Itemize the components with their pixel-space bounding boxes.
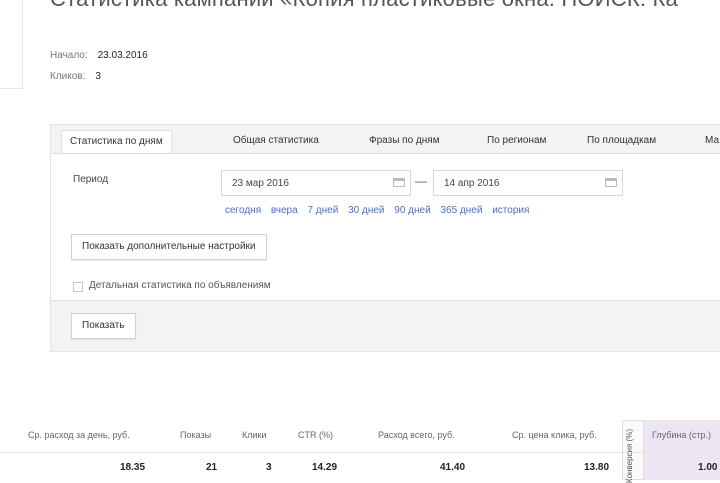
- calendar-icon[interactable]: [393, 178, 405, 187]
- tab-more[interactable]: Ма: [697, 130, 720, 152]
- campaign-clicks: Кликов: 3: [50, 71, 101, 82]
- th-ctr[interactable]: CTR (%): [298, 430, 333, 440]
- detail-stats-checkbox[interactable]: [73, 282, 83, 292]
- link-30-days[interactable]: 30 дней: [348, 205, 384, 216]
- start-value: 23.03.2016: [97, 50, 148, 61]
- link-today[interactable]: сегодня: [225, 205, 261, 216]
- th-clicks[interactable]: Клики: [242, 430, 267, 440]
- start-label: Начало:: [50, 50, 88, 61]
- show-button[interactable]: Показать: [71, 313, 136, 339]
- td-avg-cpc: 13.80: [584, 462, 610, 473]
- th-impressions[interactable]: Показы: [180, 430, 211, 440]
- table-row: 18.35 21 3 14.29 41.40 13.80 1.00: [0, 462, 720, 478]
- left-sidebar-edge: [0, 0, 23, 89]
- clicks-value: 3: [95, 71, 101, 82]
- tab-by-regions[interactable]: По регионам: [479, 130, 554, 152]
- date-from-input[interactable]: [221, 170, 411, 196]
- statistics-tabs: Статистика по дням Общая статистика Фраз…: [51, 125, 720, 155]
- th-total-spend[interactable]: Расход всего, руб.: [378, 430, 455, 440]
- th-avg-cpc[interactable]: Ср. цена клика, руб.: [512, 430, 597, 440]
- table-divider: [0, 452, 720, 453]
- td-avg-daily-spend: 18.35: [120, 462, 146, 473]
- tab-general-stats[interactable]: Общая статистика: [225, 130, 327, 152]
- link-7-days[interactable]: 7 дней: [307, 205, 338, 216]
- detail-stats-label: Детальная статистика по объявлениям: [89, 280, 271, 291]
- stats-table-header: Ср. расход за день, руб. Показы Клики CT…: [0, 430, 720, 446]
- date-to-input[interactable]: [433, 170, 623, 196]
- td-total-spend: 41.40: [440, 462, 466, 473]
- td-ctr: 14.29: [312, 462, 338, 473]
- td-depth: 1.00: [698, 462, 718, 473]
- link-90-days[interactable]: 90 дней: [394, 205, 430, 216]
- calendar-icon[interactable]: [605, 178, 617, 187]
- td-clicks: 3: [266, 462, 272, 473]
- th-depth[interactable]: Глубина (стр.): [652, 430, 711, 440]
- show-more-settings-button[interactable]: Показать дополнительные настройки: [71, 234, 267, 260]
- page-title: Статистика кампании «Копия пластиковые о…: [50, 0, 720, 12]
- quick-period-links: сегодня вчера 7 дней 30 дней 90 дней 365…: [225, 205, 536, 216]
- statistics-panel: Статистика по дням Общая статистика Фраз…: [50, 124, 720, 352]
- link-yesterday[interactable]: вчера: [271, 205, 298, 216]
- campaign-start-date: Начало: 23.03.2016: [50, 50, 148, 61]
- tab-daily-stats[interactable]: Статистика по дням: [61, 130, 172, 155]
- date-separator: —: [415, 174, 427, 188]
- period-settings: Период — сегодня вчера 7 дней 30 дней 90…: [51, 153, 720, 273]
- th-avg-daily-spend[interactable]: Ср. расход за день, руб.: [28, 430, 130, 440]
- link-365-days[interactable]: 365 дней: [440, 205, 482, 216]
- td-impressions: 21: [206, 462, 218, 473]
- link-history[interactable]: история: [492, 205, 529, 216]
- clicks-label: Кликов:: [50, 71, 86, 82]
- tab-phrases-by-day[interactable]: Фразы по дням: [361, 130, 448, 152]
- period-label: Период: [73, 174, 109, 185]
- tab-by-placements[interactable]: По площадкам: [579, 130, 664, 152]
- detail-stats-row: Детальная статистика по объявлениям: [51, 272, 720, 301]
